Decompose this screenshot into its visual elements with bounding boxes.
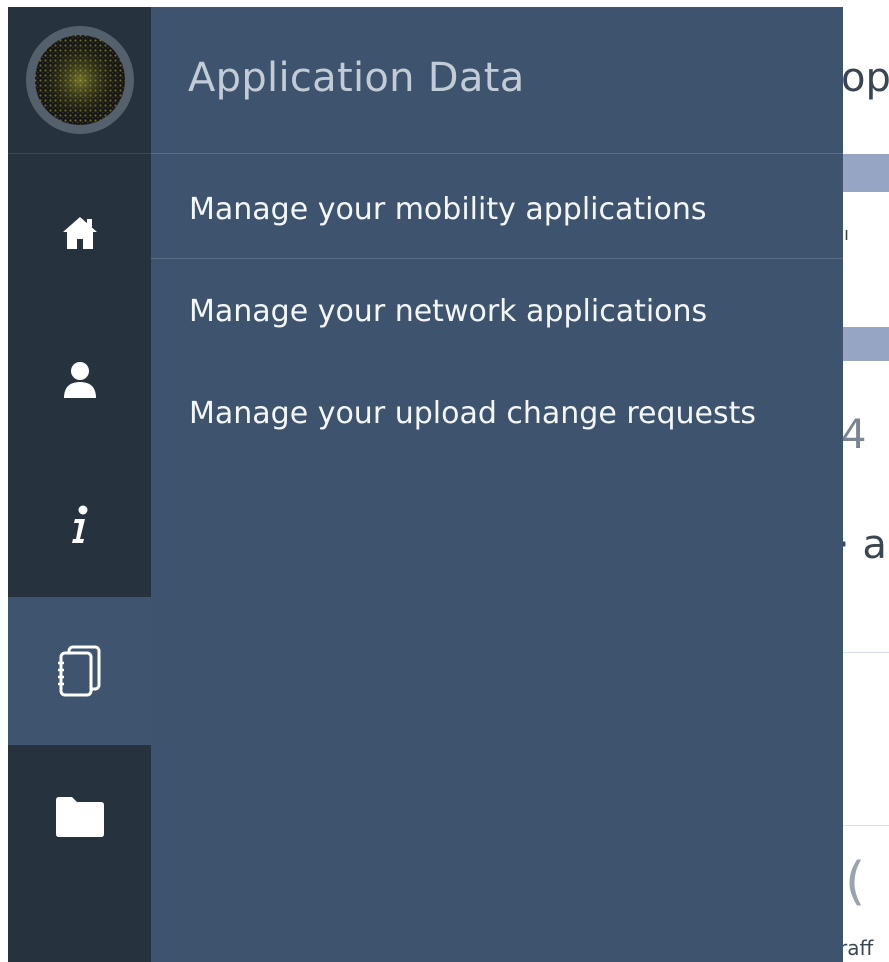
sidebar-item-profile[interactable] [8, 307, 151, 452]
sidebar-item-info[interactable] [8, 452, 151, 597]
background-circle-fragment: ( [845, 852, 866, 912]
flyout-item-divider [151, 258, 843, 259]
avatar-image [34, 35, 125, 125]
link-manage-mobility-applications[interactable]: Manage your mobility applications [189, 192, 707, 227]
background-page: op ıı 4 · ar ( raff [843, 0, 889, 962]
home-icon [62, 217, 97, 249]
background-band [843, 327, 889, 361]
application-data-flyout: Application Data Manage your mobility ap… [151, 7, 843, 962]
flyout-title-divider [151, 153, 843, 154]
background-divider [843, 652, 889, 653]
background-small-fragment: ıı [843, 224, 850, 245]
documents-icon [57, 645, 100, 697]
background-text-fragment: · ar [843, 522, 889, 568]
folder-icon [55, 797, 104, 837]
link-manage-upload-change-requests[interactable]: Manage your upload change requests [189, 396, 756, 431]
sidebar-rail [8, 7, 151, 962]
flyout-title: Application Data [188, 55, 525, 101]
background-bottom-fragment: raff [843, 936, 874, 960]
link-manage-network-applications[interactable]: Manage your network applications [189, 294, 707, 329]
background-number-fragment: 4 [843, 412, 867, 458]
background-heading-fragment: op [843, 55, 889, 101]
sidebar-item-application-data[interactable] [8, 597, 151, 745]
info-icon [71, 505, 87, 543]
rail-divider [8, 153, 151, 154]
background-divider [843, 825, 889, 826]
avatar-container[interactable] [8, 7, 151, 153]
sidebar-item-files[interactable] [8, 745, 151, 887]
avatar[interactable] [25, 26, 134, 134]
background-band [843, 154, 889, 192]
user-icon [63, 361, 96, 398]
sidebar-item-home[interactable] [8, 159, 151, 307]
